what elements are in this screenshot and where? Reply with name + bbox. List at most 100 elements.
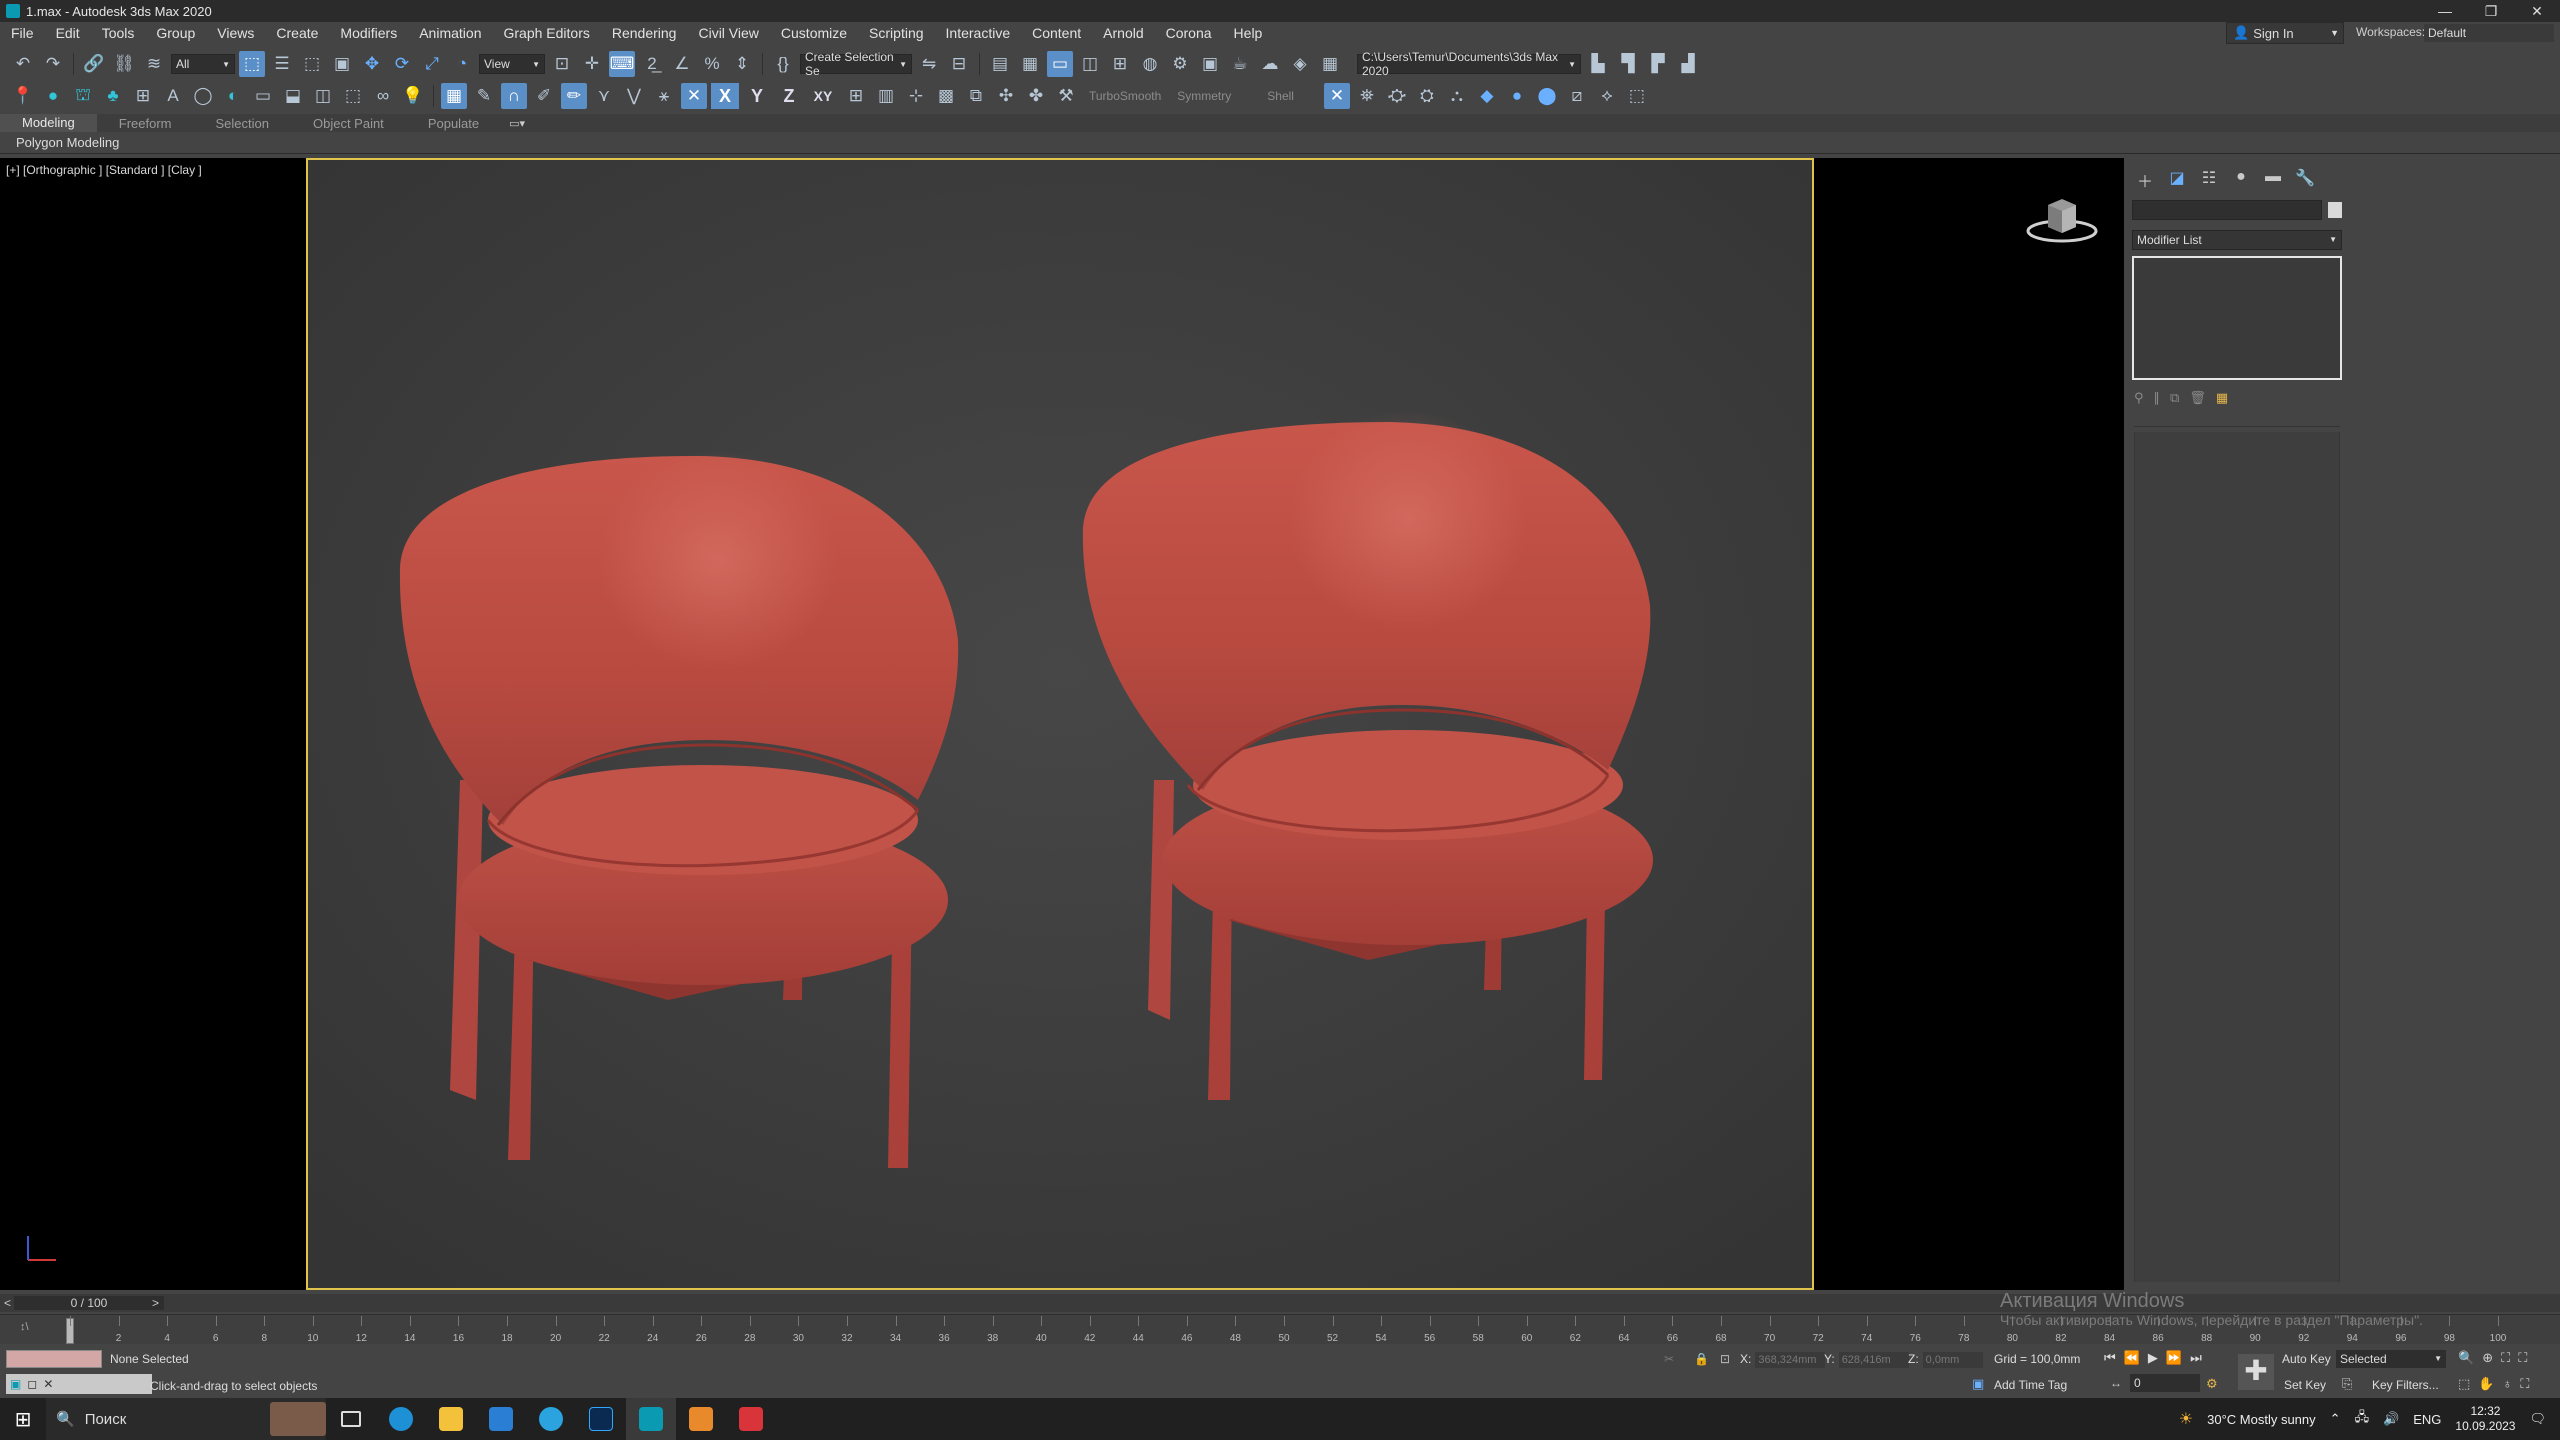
z-field[interactable]: 0,0mm xyxy=(1922,1352,1983,1368)
constrain-xy-button[interactable]: XY xyxy=(807,83,839,109)
lock-selection-icon[interactable]: 🔒 xyxy=(1694,1352,1709,1366)
box-icon[interactable]: ▭ xyxy=(250,83,276,109)
listener-close-icon[interactable]: ✕ xyxy=(43,1377,53,1391)
configure-modifier-sets-icon[interactable]: ▦ xyxy=(2216,390,2228,410)
edit-named-selection-icon[interactable]: {} xyxy=(770,51,796,77)
select-move-icon[interactable]: ✥ xyxy=(359,51,385,77)
safe-frame[interactable] xyxy=(306,158,1814,1290)
utilities-tab-icon[interactable]: 🔧 xyxy=(2294,168,2316,190)
task-view-icon[interactable] xyxy=(326,1398,376,1440)
clock[interactable]: 12:32 10.09.2023 xyxy=(2455,1404,2515,1434)
menu-animation[interactable]: Animation xyxy=(408,25,492,41)
menu-help[interactable]: Help xyxy=(1223,25,1274,41)
constrain-y-button[interactable]: Y xyxy=(743,83,771,109)
cylinder-icon[interactable]: ⬤ xyxy=(1534,83,1560,109)
auto-key-button[interactable]: Auto Key xyxy=(2282,1352,2331,1366)
bind-space-warp-icon[interactable]: ≋ xyxy=(141,51,167,77)
time-tag-icon[interactable]: ▣ xyxy=(1972,1376,1984,1392)
zoom-extents-icon[interactable]: ⛶ xyxy=(2501,1350,2510,1366)
grid-icon[interactable]: ▥ xyxy=(873,83,899,109)
mail-icon[interactable] xyxy=(476,1398,526,1440)
zoom-extents-all-icon[interactable]: ⛶ xyxy=(2518,1350,2527,1366)
clone-icon[interactable]: ⧉ xyxy=(963,83,989,109)
pin-stack-icon[interactable]: ⚲ xyxy=(2134,390,2144,410)
constrain-z-button[interactable]: Z xyxy=(775,83,803,109)
spinner-snap-icon[interactable]: ⇕ xyxy=(729,51,755,77)
camera-icon[interactable]: ⬓ xyxy=(280,83,306,109)
scene-explorer-icon[interactable]: ▤ xyxy=(987,51,1013,77)
taskbar-search[interactable]: 🔍 Поиск xyxy=(46,1398,326,1440)
pin-icon[interactable]: 📍 xyxy=(10,83,36,109)
app-icon-orange[interactable] xyxy=(676,1398,726,1440)
set-key-button[interactable]: Set Key xyxy=(2284,1378,2326,1392)
menu-graph-editors[interactable]: Graph Editors xyxy=(492,25,600,41)
notifications-icon[interactable]: 🗨 xyxy=(2529,1411,2546,1427)
key-mode-icon[interactable]: ⎘ xyxy=(2342,1376,2352,1392)
asset-tracking-icon[interactable]: ▜ xyxy=(1615,51,1641,77)
go-to-start-icon[interactable]: ⏮ xyxy=(2104,1350,2116,1366)
edge-icon[interactable] xyxy=(376,1398,426,1440)
time-config-icon[interactable]: ↔ xyxy=(2110,1376,2122,1390)
helper-icon[interactable]: ⬚ xyxy=(340,83,366,109)
prev-frame-icon[interactable]: < xyxy=(4,1296,11,1310)
maximize-viewport-icon[interactable]: ⛶ xyxy=(2520,1376,2529,1392)
constraint-icon[interactable]: ✕ xyxy=(681,83,707,109)
bulb-icon[interactable]: 💡 xyxy=(400,83,426,109)
go-to-end-icon[interactable]: ⏭ xyxy=(2190,1350,2202,1366)
key-filters-button[interactable]: Key Filters... xyxy=(2372,1378,2439,1392)
spacing-icon[interactable]: ⊹ xyxy=(903,83,929,109)
render-active-shade-icon[interactable]: ◈ xyxy=(1287,51,1313,77)
placement-icon[interactable]: ◔ xyxy=(449,51,475,77)
time-configuration-icon[interactable]: ⚙ xyxy=(2206,1376,2218,1392)
turbosmooth-button[interactable]: TurboSmooth xyxy=(1083,89,1167,103)
show-hidden-icons-icon[interactable]: ⌃ xyxy=(2330,1411,2341,1427)
hierarchy-tab-icon[interactable]: ☷ xyxy=(2198,168,2220,190)
pen-icon[interactable]: ✐ xyxy=(531,83,557,109)
teapot-icon[interactable]: ⛫ xyxy=(70,83,96,109)
object-name-field[interactable] xyxy=(2132,200,2322,220)
project-folder-icon[interactable]: ▛ xyxy=(1645,51,1671,77)
render-in-cloud-icon[interactable]: ☁ xyxy=(1257,51,1283,77)
percent-snap-icon[interactable]: % xyxy=(699,51,725,77)
create-tab-icon[interactable]: ＋ xyxy=(2134,168,2156,191)
sign-in-button[interactable]: 👤 Sign In ▼ xyxy=(2226,22,2344,44)
menu-create[interactable]: Create xyxy=(265,25,329,41)
link-icon[interactable]: 🔗 xyxy=(81,51,107,77)
menu-interactive[interactable]: Interactive xyxy=(935,25,1022,41)
weather-text[interactable]: 30°C Mostly sunny xyxy=(2207,1412,2316,1427)
snaps-toggle-icon[interactable]: 2̲ xyxy=(639,51,665,77)
viewcube-icon[interactable] xyxy=(2026,193,2098,247)
render-production-icon[interactable]: ☕ xyxy=(1227,51,1253,77)
scatter-icon[interactable]: ✣ xyxy=(993,83,1019,109)
torus-icon[interactable]: ◯ xyxy=(190,83,216,109)
constrain-x-button[interactable]: X xyxy=(711,83,739,109)
taper-icon[interactable]: ⛮ xyxy=(1384,83,1410,109)
select-object-icon[interactable]: ⬚ xyxy=(239,51,265,77)
transform-type-in-icon[interactable]: ⊡ xyxy=(1720,1352,1730,1366)
window-crossing-icon[interactable]: ▣ xyxy=(329,51,355,77)
3ds-max-taskbar-icon[interactable] xyxy=(626,1398,676,1440)
restore-button[interactable]: ❐ xyxy=(2468,3,2514,20)
pivot-center-icon[interactable]: ⊡ xyxy=(549,51,575,77)
reference-coordinate-dropdown[interactable]: View ▼ xyxy=(479,54,545,74)
gizmo-icon[interactable]: ⚹ xyxy=(651,83,677,109)
xform-icon[interactable]: ✕ xyxy=(1323,83,1350,109)
sphere-icon[interactable]: ● xyxy=(40,83,66,109)
network-icon[interactable]: 🖧 xyxy=(2355,1408,2370,1430)
file-explorer-icon[interactable] xyxy=(426,1398,476,1440)
ribbon-options-icon[interactable]: ▭▾ xyxy=(509,117,525,130)
menu-content[interactable]: Content xyxy=(1021,25,1092,41)
toggle-ribbon-icon[interactable]: ▭ xyxy=(1047,51,1073,77)
menu-customize[interactable]: Customize xyxy=(770,25,858,41)
set-project-icon[interactable]: ▟ xyxy=(1675,51,1701,77)
relax-icon[interactable]: ⬚ xyxy=(1624,83,1650,109)
maxscript-listener[interactable]: ▣ ◻ ✕ xyxy=(6,1374,152,1394)
menu-scripting[interactable]: Scripting xyxy=(858,25,934,41)
play-icon[interactable]: ▶ xyxy=(2148,1350,2158,1366)
rect-selection-icon[interactable]: ⬚ xyxy=(299,51,325,77)
edge-icon[interactable]: ⋁ xyxy=(621,83,647,109)
menu-civil-view[interactable]: Civil View xyxy=(687,25,769,41)
add-time-tag-button[interactable]: Add Time Tag xyxy=(1994,1378,2067,1392)
x-field[interactable]: 368,324mm xyxy=(1755,1352,1826,1368)
keyboard-shortcut-override-icon[interactable]: ⌨ xyxy=(609,51,635,77)
